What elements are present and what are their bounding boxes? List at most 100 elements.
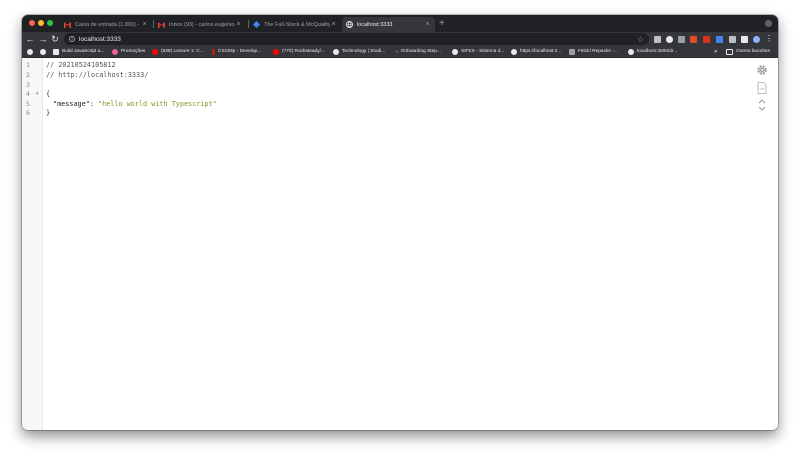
extension-icon[interactable] xyxy=(666,36,673,43)
chrome-tab-search-icon[interactable] xyxy=(765,20,772,27)
close-window-button[interactable] xyxy=(29,20,35,26)
globe-icon xyxy=(452,48,458,55)
tab-label: Inbox (93) - carlos.eugenio@y... xyxy=(169,21,235,28)
bookmark-label: localhost:3000/dr... xyxy=(637,49,678,54)
youtube-icon xyxy=(273,48,279,55)
bookmark-label: https://localhost:3... xyxy=(520,49,562,54)
tab-localhost[interactable]: localhost:3333 × xyxy=(342,17,435,32)
extension-icon[interactable] xyxy=(703,36,710,43)
extension-icon[interactable] xyxy=(716,36,723,43)
bookmark-item[interactable]: Promoções xyxy=(112,46,145,57)
bookmark-label: Build JavaScript a... xyxy=(62,49,105,54)
code-json-line: "message": "hello world with Typescript" xyxy=(53,100,217,108)
bookmark-label: (770) Rocksteady/... xyxy=(282,49,325,54)
bookmark-item[interactable]: Technology | Studi... xyxy=(333,46,385,57)
bookmark-label: (638) Lecture 1: C... xyxy=(161,49,204,54)
maximize-window-button[interactable] xyxy=(47,20,53,26)
bookmark-item[interactable]: localhost:3000/dr... xyxy=(628,46,677,57)
json-colon: : xyxy=(89,100,99,108)
bookmarks-bar: Build JavaScript a... Promoções (638) Le… xyxy=(22,46,778,58)
stanford-icon xyxy=(212,48,215,55)
globe-icon xyxy=(40,48,46,55)
code-close-brace: } xyxy=(46,109,51,117)
bookmark-item[interactable]: (638) Lecture 1: C... xyxy=(152,46,204,57)
folder-icon xyxy=(726,48,733,55)
heart-icon xyxy=(112,48,118,55)
raw-file-icon[interactable] xyxy=(757,81,767,99)
line-number-gutter: 1 2 3 4 ▾ 5 6 xyxy=(22,58,43,430)
bookmark-item[interactable]: FitGirl Repacks -... xyxy=(569,46,618,57)
extension-icon[interactable] xyxy=(690,36,697,43)
tab-strip: Caixa de entrada (1.800) - car... × Inbo… xyxy=(22,15,778,32)
json-string-value: "hello world with Typescript" xyxy=(98,100,217,108)
bookmark-label: CS193p - Develop... xyxy=(218,49,262,54)
tab-gmail-caixa[interactable]: Caixa de entrada (1.800) - car... × xyxy=(60,17,152,32)
bookmark-label: Technology | Studi... xyxy=(342,49,386,54)
bookmark-label: Onboarding Step... xyxy=(400,49,441,54)
bookmark-label: FitGirl Repacks -... xyxy=(578,49,618,54)
reload-icon[interactable]: ↻ xyxy=(50,33,60,45)
line-number: 5 xyxy=(26,100,30,108)
bookmark-item[interactable]: › Onboarding Step... xyxy=(396,46,441,57)
line-number: 2 xyxy=(26,71,30,79)
info-icon[interactable]: i xyxy=(69,36,75,42)
close-tab-icon[interactable]: × xyxy=(235,21,242,28)
gmail-icon xyxy=(64,21,71,28)
puzzle-extensions-icon[interactable] xyxy=(741,36,748,43)
close-tab-icon[interactable]: × xyxy=(330,21,337,28)
fitgirl-icon xyxy=(569,48,575,55)
globe-icon xyxy=(346,21,353,28)
bookmark-item[interactable]: SIFES - Sistema d... xyxy=(452,46,504,57)
back-arrow-icon[interactable]: ← xyxy=(25,33,35,45)
globe-icon xyxy=(27,48,33,55)
tab-label: localhost:3333 xyxy=(357,21,393,28)
bookmark-item[interactable]: https://localhost:3... xyxy=(511,46,561,57)
code-open-brace: { xyxy=(46,90,51,98)
other-bookmarks-label: Outros favoritos xyxy=(736,49,770,54)
json-viewer: 1 2 3 4 ▾ 5 6 // 20210524105812 // http:… xyxy=(22,58,778,430)
address-bar[interactable]: i localhost:3333 ☆ xyxy=(64,33,649,45)
bookmark-item[interactable]: CS193p - Develop... xyxy=(212,46,261,57)
diamond-icon xyxy=(253,21,260,28)
bookmark-label: Promoções xyxy=(121,49,146,54)
tab-gmail-inbox[interactable]: Inbox (93) - carlos.eugenio@y... × xyxy=(154,17,246,32)
minimize-window-button[interactable] xyxy=(38,20,44,26)
line-number: 6 xyxy=(26,109,30,117)
forward-arrow-icon[interactable]: → xyxy=(38,33,48,45)
close-tab-icon[interactable]: × xyxy=(424,21,431,28)
fold-toggle-icon[interactable]: ▾ xyxy=(36,91,39,97)
address-url: localhost:3333 xyxy=(79,35,121,43)
tab-fullstack[interactable]: The Full-Stack & McQuality - ... × xyxy=(249,17,341,32)
new-tab-button[interactable]: + xyxy=(439,18,445,29)
tab-label: The Full-Stack & McQuality - ... xyxy=(264,21,330,28)
extension-icon[interactable] xyxy=(654,36,661,43)
more-bookmarks-label: » xyxy=(714,48,718,55)
globe-icon xyxy=(333,48,339,55)
globe-icon xyxy=(628,48,634,55)
close-tab-icon[interactable]: × xyxy=(141,21,148,28)
avatar[interactable] xyxy=(753,36,760,43)
bookmark-star-icon[interactable]: ☆ xyxy=(637,35,644,44)
tab-label: Caixa de entrada (1.800) - car... xyxy=(75,21,141,28)
kebab-menu-icon[interactable]: ⋮ xyxy=(764,33,774,45)
gmail-icon xyxy=(158,21,165,28)
bookmark-label: SIFES - Sistema d... xyxy=(461,49,505,54)
globe-icon xyxy=(511,48,517,55)
gear-icon[interactable] xyxy=(756,63,768,81)
youtube-icon xyxy=(152,48,158,55)
folder-icon xyxy=(53,48,59,55)
line-number: 4 xyxy=(26,90,30,98)
bookmark-apps[interactable] xyxy=(40,46,49,57)
extension-icon[interactable] xyxy=(729,36,736,43)
json-key: "message" xyxy=(53,100,90,108)
bookmark-item[interactable]: (770) Rocksteady/... xyxy=(273,46,325,57)
bookmark-apps[interactable] xyxy=(27,46,36,57)
more-bookmarks-button[interactable]: » xyxy=(714,46,717,57)
bookmark-item[interactable]: Build JavaScript a... xyxy=(53,46,104,57)
other-bookmarks-folder[interactable]: Outros favoritos xyxy=(726,46,770,57)
extension-icon[interactable] xyxy=(678,36,685,43)
chevron-right-icon: › xyxy=(396,48,398,55)
scroll-nav-icon[interactable] xyxy=(758,98,766,113)
code-comment-timestamp: // 20210524105812 xyxy=(46,61,116,69)
browser-toolbar: ← → ↻ i localhost:3333 ☆ ⋮ xyxy=(22,32,778,46)
